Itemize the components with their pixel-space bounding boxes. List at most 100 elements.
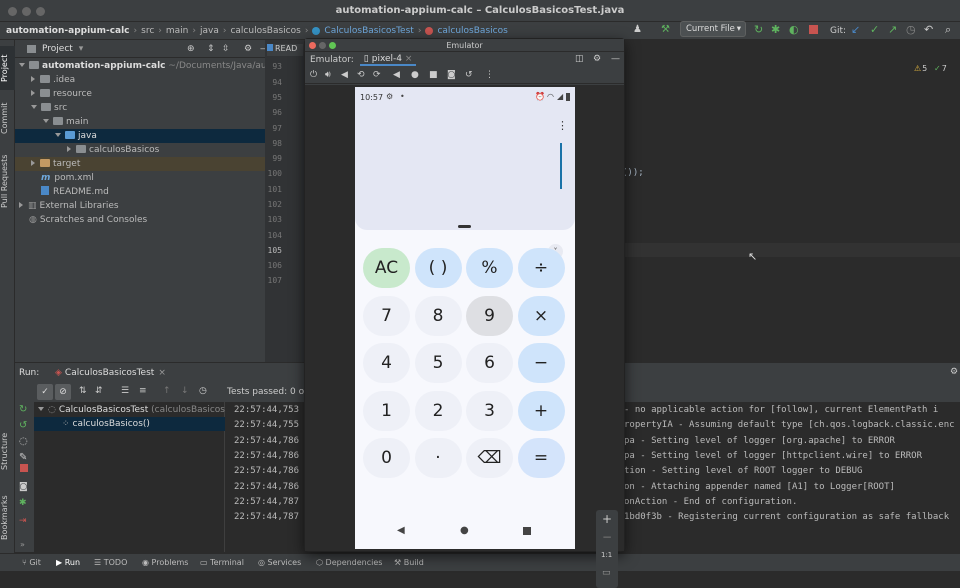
undo-icon[interactable]: ↶ xyxy=(924,23,933,36)
bottom-tab-git[interactable]: ⑂ Git xyxy=(22,558,41,567)
rotate-left-icon[interactable]: ⟲ xyxy=(357,70,365,80)
exit-icon[interactable]: ⇥ xyxy=(19,516,27,526)
screenshot-icon[interactable]: ◙ xyxy=(19,482,28,492)
rotate-right-icon[interactable]: ⟳ xyxy=(373,70,381,80)
collapse-all-icon[interactable]: ⇳ xyxy=(222,44,230,54)
editor-tab[interactable]: READ xyxy=(267,44,303,56)
tree-item-root[interactable]: automation-appium-calc ~/Documents/Java/… xyxy=(15,59,284,73)
debug-icon[interactable]: ✱ xyxy=(771,23,780,36)
nav-recents-icon[interactable] xyxy=(523,527,531,535)
maximize-window-button[interactable] xyxy=(36,7,45,16)
show-passed-toggle[interactable]: ✓ xyxy=(37,384,53,400)
gear-icon[interactable]: ⚙ xyxy=(244,44,252,54)
breadcrumb-java[interactable]: java xyxy=(200,26,219,36)
key-four-button[interactable]: 4 xyxy=(363,343,410,383)
rerun-failed-icon[interactable]: ↺ xyxy=(19,420,27,431)
more-options-icon[interactable]: ⋮ xyxy=(485,70,494,80)
nav-home-icon[interactable]: ● xyxy=(460,525,469,536)
tree-item-src[interactable]: src xyxy=(15,101,265,115)
window-mode-icon[interactable]: ◫ xyxy=(575,54,584,64)
key-equals-button[interactable]: = xyxy=(517,438,565,478)
sort-duration-icon[interactable]: ⇵ xyxy=(95,386,103,396)
tree-item-idea[interactable]: .idea xyxy=(15,73,265,87)
key-seven-button[interactable]: 7 xyxy=(363,295,410,336)
tab-structure[interactable]: Structure xyxy=(0,428,15,474)
key-plus-button[interactable]: + xyxy=(517,390,565,431)
bottom-tab-dependencies[interactable]: ⬡ Dependencies xyxy=(316,558,382,567)
key-two-button[interactable]: 2 xyxy=(414,390,462,431)
bottom-tab-terminal[interactable]: ▭ Terminal xyxy=(200,558,244,567)
nav-back-icon[interactable]: ◀ xyxy=(397,525,405,536)
phone-screen[interactable]: 10:57 ⚙ • ⏰ ◠ ◢ ⋮ √ π ^ ! ˅ AC( )%÷789×4… xyxy=(355,87,575,549)
bottom-tab-todo[interactable]: ☰ TODO xyxy=(94,558,127,567)
toggle-auto-test-icon[interactable]: ◌ xyxy=(19,436,28,447)
sort-alpha-icon[interactable]: ⇅ xyxy=(79,386,87,396)
key-five-button[interactable]: 5 xyxy=(414,343,462,383)
breadcrumb-src[interactable]: src xyxy=(141,26,154,36)
debug-icon[interactable]: ✱ xyxy=(19,498,27,508)
zoom-out-button[interactable]: − xyxy=(602,530,612,544)
locate-icon[interactable]: ⊕ xyxy=(187,44,195,54)
bottom-tab-services[interactable]: ◎ Services xyxy=(258,558,301,567)
key-zero-button[interactable]: 0 xyxy=(363,438,410,478)
key-percent-button[interactable]: % xyxy=(466,248,513,288)
test-history-icon[interactable]: ◷ xyxy=(199,386,207,396)
key-nine-button[interactable]: 9 xyxy=(466,295,513,336)
gear-icon[interactable]: ⚙ xyxy=(950,367,958,377)
hide-icon[interactable]: — xyxy=(611,54,620,64)
camera-icon[interactable]: ◙ xyxy=(447,70,456,80)
git-commit-icon[interactable]: ✓ xyxy=(870,23,879,36)
close-icon[interactable]: × xyxy=(405,54,413,64)
close-window-button[interactable] xyxy=(8,7,17,16)
key-minus-button[interactable]: − xyxy=(517,343,565,383)
volume-down-icon[interactable]: ◀︎ xyxy=(341,70,348,80)
device-tab[interactable]: ▯ pixel-4 × xyxy=(359,54,417,66)
next-failed-icon[interactable]: ↓ xyxy=(181,386,189,396)
stop-icon[interactable] xyxy=(20,464,28,472)
tab-project[interactable]: Project xyxy=(0,46,15,90)
user-icon[interactable]: ♟ xyxy=(633,24,647,36)
key-three-button[interactable]: 3 xyxy=(466,390,513,431)
project-view-select[interactable]: Project xyxy=(42,44,73,54)
tab-bookmarks[interactable]: Bookmarks xyxy=(0,492,15,544)
expand-all-icon[interactable]: ☰ xyxy=(121,386,129,396)
key-six-button[interactable]: 6 xyxy=(466,343,513,383)
breadcrumb-package[interactable]: calculosBasicos xyxy=(230,26,300,36)
tree-item-target[interactable]: target xyxy=(15,157,265,171)
key-divide-button[interactable]: ÷ xyxy=(517,248,565,288)
breadcrumb-project[interactable]: automation-appium-calc xyxy=(6,26,130,36)
bottom-tab-run[interactable]: ▶ Run xyxy=(56,558,80,567)
run-config-select[interactable]: Current File ▾ xyxy=(680,21,746,37)
minimize-window-button[interactable] xyxy=(22,7,31,16)
tree-item-java[interactable]: java xyxy=(15,129,265,143)
run-tab[interactable]: ◈ CalculosBasicosTest × xyxy=(51,366,170,380)
hammer-build-icon[interactable]: ⚒ xyxy=(661,24,670,35)
maximize-window-button[interactable] xyxy=(329,42,336,49)
close-icon[interactable]: × xyxy=(158,368,166,378)
overview-icon[interactable]: ■ xyxy=(429,70,438,80)
more-icon[interactable]: » xyxy=(20,540,25,549)
breadcrumb-main[interactable]: main xyxy=(166,26,189,36)
rerun-icon[interactable]: ↻ xyxy=(754,23,763,36)
tree-item-package[interactable]: calculosBasicos xyxy=(15,143,265,157)
history-icon[interactable]: ◷ xyxy=(906,23,916,36)
breadcrumb-class[interactable]: CalculosBasicosTest xyxy=(324,26,413,36)
key-parentheses-button[interactable]: ( ) xyxy=(414,248,462,288)
key-decimal-button[interactable]: · xyxy=(414,438,462,478)
search-icon[interactable]: ⌕ xyxy=(945,23,951,37)
close-window-button[interactable] xyxy=(309,42,316,49)
tree-item-main[interactable]: main xyxy=(15,115,265,129)
stop-icon[interactable] xyxy=(809,25,818,34)
gear-icon[interactable]: ⚙ xyxy=(593,54,601,64)
zoom-in-button[interactable]: + xyxy=(602,512,612,526)
breadcrumb-method[interactable]: calculosBasicos xyxy=(437,26,507,36)
git-push-icon[interactable]: ↗ xyxy=(888,23,897,36)
key-multiply-button[interactable]: × xyxy=(517,295,565,336)
power-icon[interactable]: ⏻ xyxy=(310,70,317,80)
key-backspace-button[interactable]: ⌫ xyxy=(466,438,513,478)
more-options-icon[interactable]: ⋮ xyxy=(557,119,568,132)
tree-item-pom[interactable]: m pom.xml xyxy=(15,171,265,185)
prev-failed-icon[interactable]: ↑ xyxy=(163,386,171,396)
drag-handle[interactable] xyxy=(458,225,471,228)
tree-item-readme[interactable]: README.md xyxy=(15,185,265,199)
